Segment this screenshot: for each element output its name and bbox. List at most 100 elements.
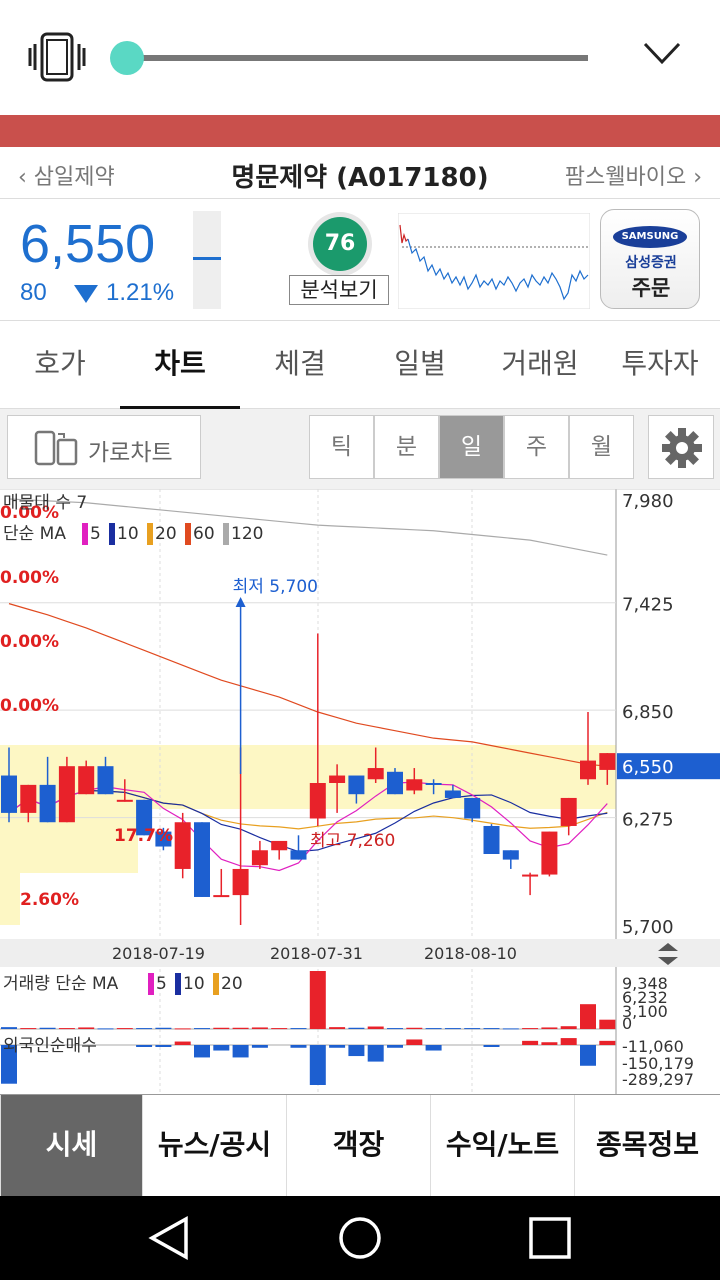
supply-band bbox=[0, 873, 20, 925]
volume-tick-label: 0 bbox=[622, 1014, 632, 1033]
ma-legend-period: 60 bbox=[193, 524, 215, 544]
candle-body bbox=[116, 799, 133, 802]
volume-bar bbox=[213, 1027, 230, 1029]
foreign-bar bbox=[232, 1045, 249, 1058]
volume-bar bbox=[136, 1028, 153, 1030]
analysis-button[interactable]: 분석보기 bbox=[289, 275, 389, 305]
broker-name: 삼성증권 bbox=[625, 255, 677, 271]
main-tabs: 호가 차트 체결 일별 거래원 투자자 bbox=[0, 321, 720, 409]
foreign-bar bbox=[290, 1045, 307, 1048]
volume-bar bbox=[444, 1028, 461, 1030]
low-annotation-label: 최저 5,700 bbox=[233, 577, 318, 597]
candle-body bbox=[78, 766, 95, 795]
tab-daily[interactable]: 일별 bbox=[360, 321, 480, 409]
candle-body bbox=[39, 784, 56, 823]
foreign-bar bbox=[387, 1045, 403, 1048]
volume-bar bbox=[116, 1028, 133, 1030]
tab-trades[interactable]: 체결 bbox=[240, 321, 360, 409]
volume-bar bbox=[522, 1028, 539, 1030]
tab-chart[interactable]: 차트 bbox=[120, 321, 240, 409]
tab-orderbook[interactable]: 호가 bbox=[0, 321, 120, 409]
volume-bar bbox=[580, 1004, 596, 1029]
home-icon[interactable] bbox=[337, 1215, 383, 1261]
volume-bar bbox=[251, 1027, 268, 1029]
bottom-tab-lounge[interactable]: 객장 bbox=[286, 1095, 430, 1197]
x-tick-label: 2018-08-10 bbox=[424, 944, 517, 963]
volume-slider-track[interactable] bbox=[128, 55, 588, 61]
next-stock-link[interactable]: 팜스웰바이오 › bbox=[565, 159, 702, 191]
back-icon[interactable] bbox=[148, 1216, 192, 1260]
volume-bar bbox=[290, 1028, 307, 1030]
chevron-down-icon[interactable] bbox=[642, 40, 682, 66]
foreign-bar bbox=[251, 1045, 268, 1048]
order-label: 주문 bbox=[631, 276, 671, 300]
volume-bar bbox=[406, 1027, 423, 1029]
period-minute[interactable]: 분 bbox=[374, 415, 439, 479]
tab-investors[interactable]: 투자자 bbox=[600, 321, 720, 409]
order-button[interactable]: SAMSUNG 삼성증권 주문 bbox=[600, 209, 700, 309]
bottom-tab-stock-info[interactable]: 종목정보 bbox=[574, 1095, 720, 1197]
foreign-bar bbox=[213, 1045, 230, 1051]
volume-legend-period: 10 bbox=[183, 974, 205, 994]
price-change: 80 bbox=[20, 279, 47, 306]
candle-body bbox=[502, 850, 519, 860]
chart-settings-button[interactable] bbox=[648, 415, 714, 479]
stock-navigation: ‹ 삼일제약 명문제약 (A017180) 팜스웰바이오 › bbox=[0, 147, 720, 199]
y-tick-label: 6,275 bbox=[622, 810, 674, 831]
foreign-bar bbox=[580, 1045, 596, 1066]
candle-body bbox=[97, 766, 114, 795]
volume-bar bbox=[348, 1027, 365, 1029]
recents-icon[interactable] bbox=[528, 1216, 572, 1260]
supply-percent-label: 0.00% bbox=[0, 568, 59, 588]
y-tick-label: 6,850 bbox=[622, 702, 674, 723]
bottom-tab-profit-note[interactable]: 수익/노트 bbox=[430, 1095, 574, 1197]
down-triangle-icon bbox=[74, 285, 98, 303]
mini-price-chart[interactable] bbox=[398, 213, 590, 309]
vibrate-icon[interactable] bbox=[28, 32, 88, 82]
supply-percent-label: 2.60% bbox=[20, 890, 79, 910]
foreign-bar bbox=[425, 1045, 442, 1051]
period-week[interactable]: 주 bbox=[504, 415, 569, 479]
chart-canvas[interactable]: 거래량 단순 MA 5 10 20 9,3486,2323,1000 외국인순매수 -11… bbox=[0, 488, 720, 1094]
price-change-percent: 1.21% bbox=[106, 279, 175, 306]
candle-body bbox=[387, 771, 403, 795]
supply-percent-label: 17.7% bbox=[114, 826, 173, 846]
price-range-gauge bbox=[193, 211, 221, 309]
y-tick-label: 7,980 bbox=[622, 491, 674, 512]
current-price: 6,550 bbox=[20, 214, 156, 274]
period-tick[interactable]: 틱 bbox=[309, 415, 374, 479]
period-day[interactable]: 일 bbox=[439, 415, 504, 479]
app-header-strip bbox=[0, 115, 720, 147]
volume-bar bbox=[387, 1028, 403, 1030]
ma-legend-swatch bbox=[223, 523, 229, 545]
candle-body bbox=[329, 775, 346, 783]
volume-bar bbox=[39, 1027, 56, 1029]
ma-legend-period: 5 bbox=[90, 524, 101, 544]
volume-bar bbox=[194, 1028, 210, 1030]
volume-legend-swatch bbox=[148, 973, 154, 995]
foreign-bar bbox=[155, 1045, 172, 1047]
landscape-chart-button[interactable]: 가로차트 bbox=[7, 415, 201, 479]
volume-legend-period: 20 bbox=[221, 974, 243, 994]
candle-body bbox=[541, 831, 558, 875]
candle-body bbox=[20, 784, 37, 813]
analysis-score[interactable]: 76 bbox=[313, 217, 367, 271]
candle-body bbox=[232, 868, 249, 896]
tab-brokers[interactable]: 거래원 bbox=[480, 321, 600, 409]
ma-legend-swatch bbox=[109, 523, 115, 545]
volume-bar bbox=[464, 1028, 481, 1030]
foreign-bar bbox=[406, 1039, 423, 1045]
stock-chart[interactable]: 거래량 단순 MA 5 10 20 9,348 6,232 3,100 0 외국인순매수 -11… bbox=[0, 488, 720, 1094]
landscape-chart-label: 가로차트 bbox=[88, 440, 173, 466]
volume-slider-thumb[interactable] bbox=[110, 41, 144, 75]
period-month[interactable]: 월 bbox=[569, 415, 634, 479]
ma-legend-swatch bbox=[185, 523, 191, 545]
candle-body bbox=[406, 779, 423, 791]
samsung-logo: SAMSUNG bbox=[613, 226, 687, 248]
volume-bar bbox=[20, 1028, 37, 1030]
candle-body bbox=[194, 822, 210, 897]
bottom-tab-quotes[interactable]: 시세 bbox=[0, 1095, 142, 1197]
volume-legend-period: 5 bbox=[156, 974, 167, 994]
bottom-tab-news[interactable]: 뉴스/공시 bbox=[142, 1095, 286, 1197]
x-tick-label: 2018-07-19 bbox=[112, 944, 205, 963]
